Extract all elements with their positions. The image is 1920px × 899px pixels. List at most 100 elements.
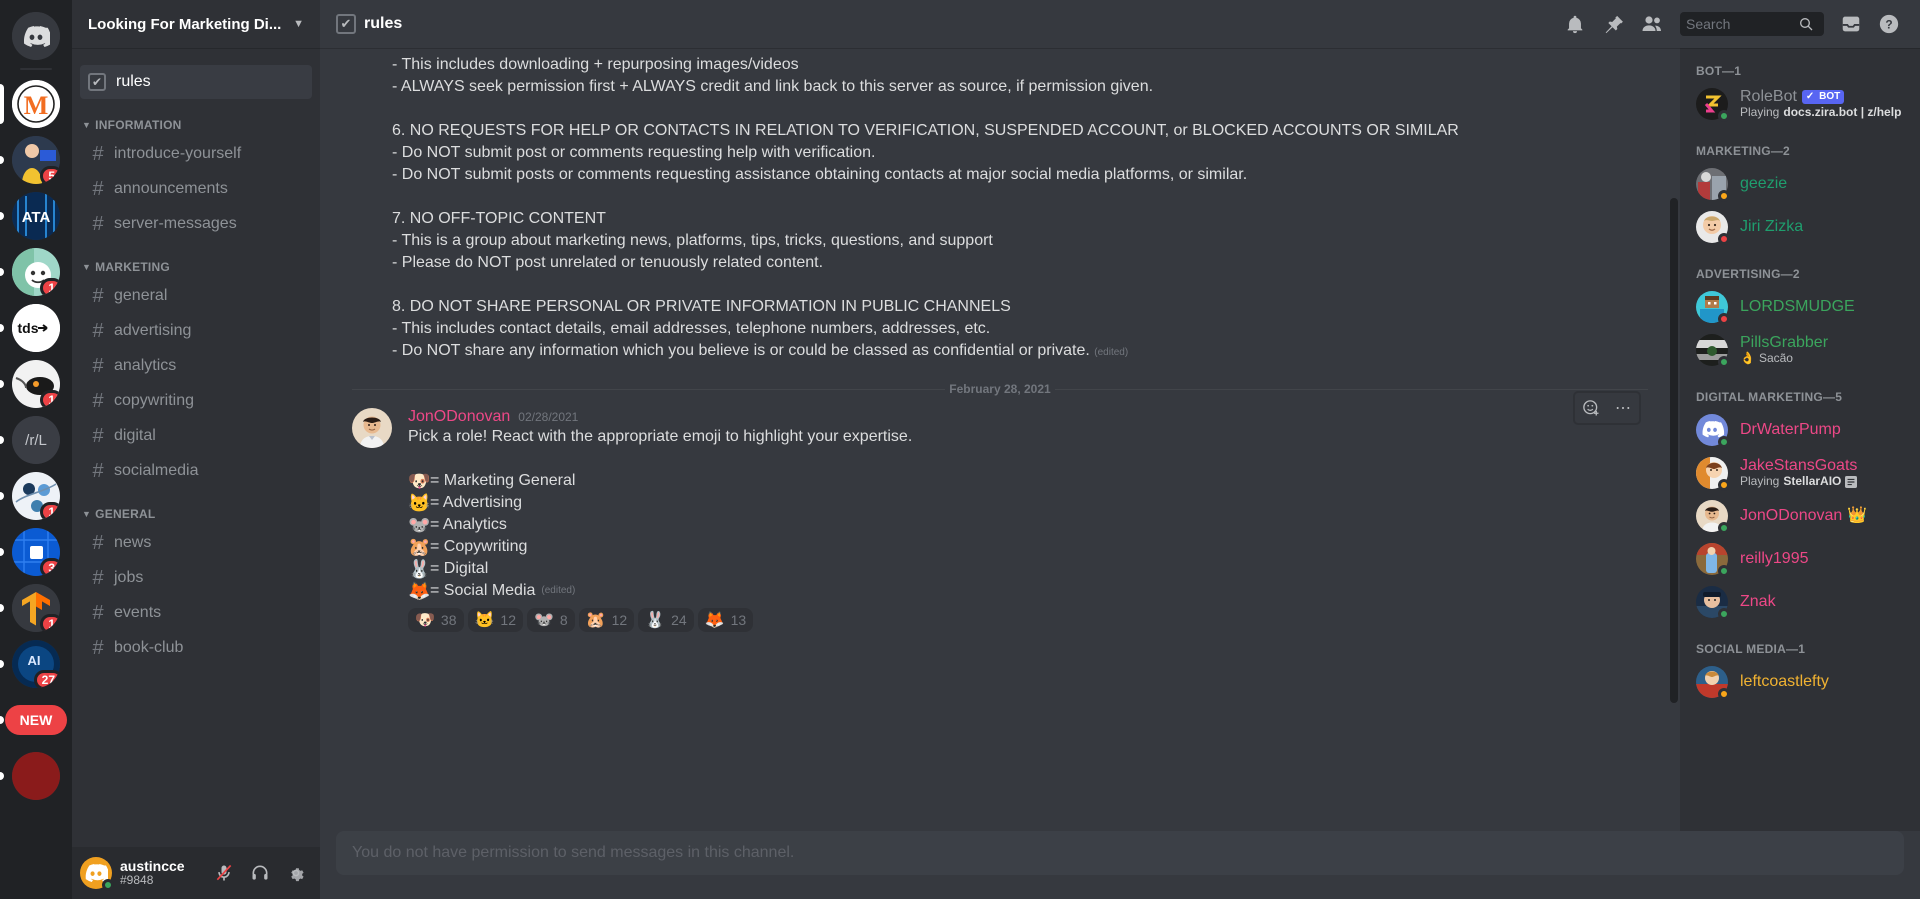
rules-checkbox-icon: ✔: [88, 73, 106, 91]
category-information[interactable]: ▼ INFORMATION: [72, 100, 320, 136]
channel-sidebar: Looking For Marketing Di... ▼ ✔ rules ▼ …: [72, 0, 320, 899]
role-label: = Analytics: [430, 516, 507, 533]
member-jonodonovan[interactable]: JonODonovan 👑: [1688, 495, 1912, 537]
category-marketing[interactable]: ▼ MARKETING: [72, 242, 320, 278]
gear-icon[interactable]: [280, 857, 312, 889]
server-badge: 1: [40, 278, 60, 296]
channel-label: rules: [116, 73, 151, 90]
member-drwaterpump[interactable]: DrWaterPump: [1688, 409, 1912, 451]
home-button[interactable]: [0, 8, 72, 64]
channel-list[interactable]: ✔ rules ▼ INFORMATION # introduce-yourse…: [72, 48, 320, 847]
reaction-count: 38: [440, 612, 457, 628]
inbox-icon[interactable]: [1840, 13, 1862, 35]
sidebar-item-announcements[interactable]: # announcements: [80, 172, 312, 206]
server-icon-tensorflow-server[interactable]: 1: [0, 580, 72, 636]
sidebar-item-socialmedia[interactable]: # socialmedia: [80, 454, 312, 488]
avatar[interactable]: [80, 857, 114, 891]
channel-label: analytics: [114, 357, 177, 374]
guild-header[interactable]: Looking For Marketing Di... ▼: [72, 0, 320, 48]
member-rolebot[interactable]: RoleBot ✓ BOT Playing docs.zira.bot | z/…: [1688, 83, 1912, 125]
member-list[interactable]: BOT—1 RoleBot ✓ BOT Playing docs.zira.bo…: [1680, 48, 1920, 831]
help-icon[interactable]: ?: [1878, 13, 1900, 35]
message-author[interactable]: JonODonovan: [408, 408, 510, 426]
avatar: [1696, 666, 1730, 700]
server-unread-indicator: [0, 716, 4, 724]
reaction-hamster[interactable]: 🐹 12: [578, 608, 635, 632]
message-scrollbar[interactable]: [1670, 198, 1678, 703]
chevron-down-icon: ▼: [293, 18, 304, 30]
server-badge: 1: [40, 502, 60, 520]
pin-icon[interactable]: [1602, 13, 1624, 35]
member-znak[interactable]: Znak: [1688, 581, 1912, 623]
mic-muted-icon[interactable]: [208, 857, 240, 889]
reaction-fox[interactable]: 🦊 13: [697, 608, 754, 632]
status-online-indicator: [1718, 565, 1730, 577]
members-icon[interactable]: [1640, 12, 1664, 36]
avatar[interactable]: [352, 408, 392, 448]
user-panel: austincce #9848: [72, 847, 320, 899]
message-scroller[interactable]: - This includes downloading + repurposin…: [320, 48, 1680, 831]
rules-line: - Please do NOT post unrelated or tenuou…: [392, 254, 824, 271]
sidebar-item-introduce-yourself[interactable]: # introduce-yourself: [80, 137, 312, 171]
member-reilly1995[interactable]: reilly1995: [1688, 538, 1912, 580]
server-icon-ata-server[interactable]: ATA: [0, 188, 72, 244]
discord-home-icon[interactable]: [12, 12, 60, 60]
sidebar-item-rules[interactable]: ✔ rules: [80, 65, 312, 99]
hash-icon: #: [92, 601, 104, 624]
server-icon-tds-server[interactable]: tds: [0, 300, 72, 356]
member-lordsmudge[interactable]: LORDSMUDGE: [1688, 286, 1912, 328]
bell-icon[interactable]: [1564, 13, 1586, 35]
status-online-indicator: [102, 879, 114, 891]
sidebar-item-jobs[interactable]: # jobs: [80, 561, 312, 595]
member-geezie[interactable]: geezie: [1688, 163, 1912, 205]
member-jiri-zizka[interactable]: Jiri Zizka: [1688, 206, 1912, 248]
server-icon-koi-server[interactable]: 1: [0, 356, 72, 412]
sidebar-item-server-messages[interactable]: # server-messages: [80, 207, 312, 241]
sidebar-item-events[interactable]: # events: [80, 596, 312, 630]
member-leftcoastlefty[interactable]: leftcoastlefty: [1688, 661, 1912, 703]
sidebar-item-copywriting[interactable]: # copywriting: [80, 384, 312, 418]
member-pillsgrabber[interactable]: PillsGrabber 👌 Sacão: [1688, 329, 1912, 371]
server-icon-creator-server[interactable]: 5: [0, 132, 72, 188]
reaction-dog[interactable]: 🐶 38: [408, 608, 464, 632]
headphones-icon[interactable]: [244, 857, 276, 889]
reaction-cat[interactable]: 🐱 12: [467, 608, 523, 632]
reaction-rabbit[interactable]: 🐰 24: [638, 608, 694, 632]
status-online-indicator: [1718, 110, 1730, 122]
member-name: leftcoastlefty: [1740, 672, 1829, 690]
rabbit-face-emoji: 🐰: [408, 559, 431, 579]
sidebar-item-book-club[interactable]: # book-club: [80, 631, 312, 665]
new-server-label[interactable]: NEW: [5, 705, 67, 735]
avatar: [1696, 586, 1730, 620]
server-icon-bio-server[interactable]: 1: [0, 468, 72, 524]
category-general[interactable]: ▼ GENERAL: [72, 489, 320, 525]
server-icon-marketing-dojo[interactable]: M: [0, 76, 72, 132]
server-icon-new-server[interactable]: NEW: [0, 692, 72, 748]
server-icon-ai-server[interactable]: AI 27: [0, 636, 72, 692]
search-box[interactable]: [1680, 12, 1824, 36]
server-icon-chip-server[interactable]: 3: [0, 524, 72, 580]
svg-text:ATA: ATA: [22, 209, 51, 226]
member-jakestansgoats[interactable]: JakeStansGoats Playing StellarAIO: [1688, 452, 1912, 494]
chevron-down-icon: ▼: [82, 120, 92, 130]
more-options-icon[interactable]: ⋯: [1607, 392, 1639, 424]
avatar: [1696, 414, 1730, 448]
sidebar-item-digital[interactable]: # digital: [80, 419, 312, 453]
server-rail[interactable]: M 5 ATA 1 tds 1 /r/L 1 3 1 AI 27 NEW: [0, 0, 72, 899]
sidebar-item-analytics[interactable]: # analytics: [80, 349, 312, 383]
mouse-face-emoji: 🐭: [534, 612, 554, 629]
fox-face-emoji: 🦊: [408, 581, 431, 601]
server-icon-reddit-server[interactable]: 1: [0, 244, 72, 300]
reaction-mouse[interactable]: 🐭 8: [527, 608, 575, 632]
search-input[interactable]: [1686, 16, 1798, 32]
channel-label: copywriting: [114, 392, 195, 409]
add-reaction-icon[interactable]: [1575, 392, 1607, 424]
rules-line: - This is a group about marketing news, …: [392, 232, 993, 249]
sidebar-item-news[interactable]: # news: [80, 526, 312, 560]
server-icon-partial[interactable]: [0, 748, 72, 804]
sidebar-item-general[interactable]: # general: [80, 279, 312, 313]
server-icon-r-l-server[interactable]: /r/L: [0, 412, 72, 468]
server-badge: 5: [40, 166, 60, 184]
message-hover-toolbar[interactable]: ⋯: [1574, 392, 1640, 424]
sidebar-item-advertising[interactable]: # advertising: [80, 314, 312, 348]
